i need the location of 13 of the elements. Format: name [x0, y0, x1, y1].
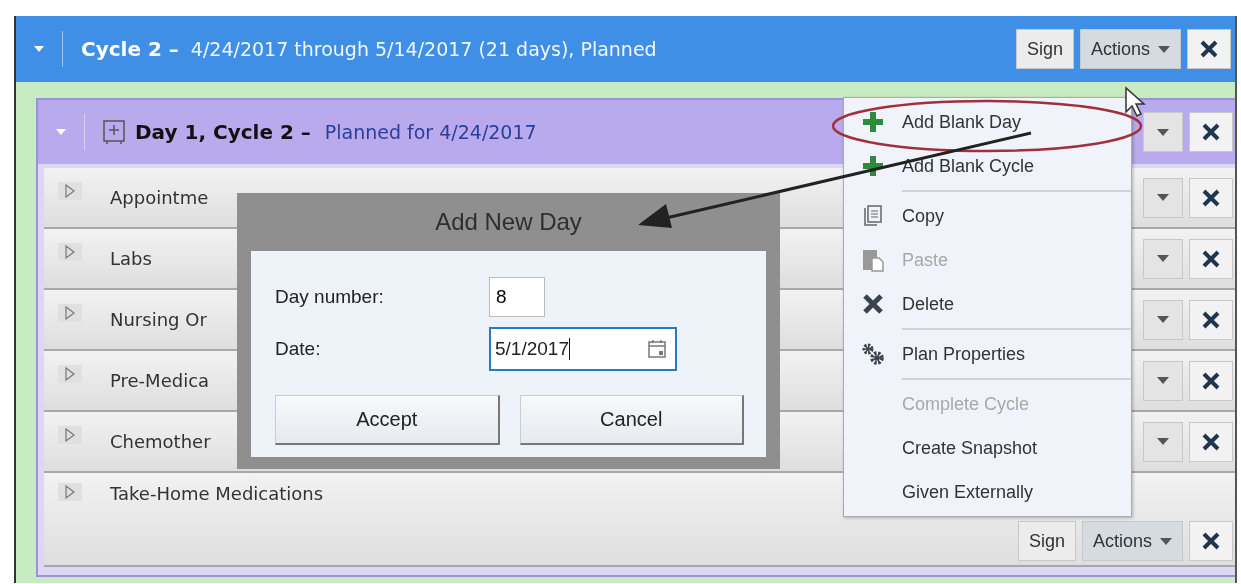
cycle-detail: 4/24/2017 through 5/14/2017 (21 days), Planned — [190, 38, 657, 60]
section-label: Pre-Medica — [110, 370, 210, 391]
section-label: Take-Home Medications — [110, 483, 324, 504]
section-label: Appointme — [110, 187, 209, 208]
cycle-title: Cycle 2 – — [81, 37, 179, 61]
dialog-title: Add New Day — [435, 208, 582, 236]
section-label: Chemother — [110, 431, 211, 452]
field-label: Date: — [275, 338, 322, 360]
field-label: Day number: — [275, 286, 385, 308]
section-label: Labs — [110, 248, 152, 269]
day-detail: Planned for 4/24/2017 — [324, 121, 537, 143]
day-title: Day 1, Cycle 2 – — [135, 120, 311, 144]
section-label: Nursing Or — [110, 309, 207, 330]
